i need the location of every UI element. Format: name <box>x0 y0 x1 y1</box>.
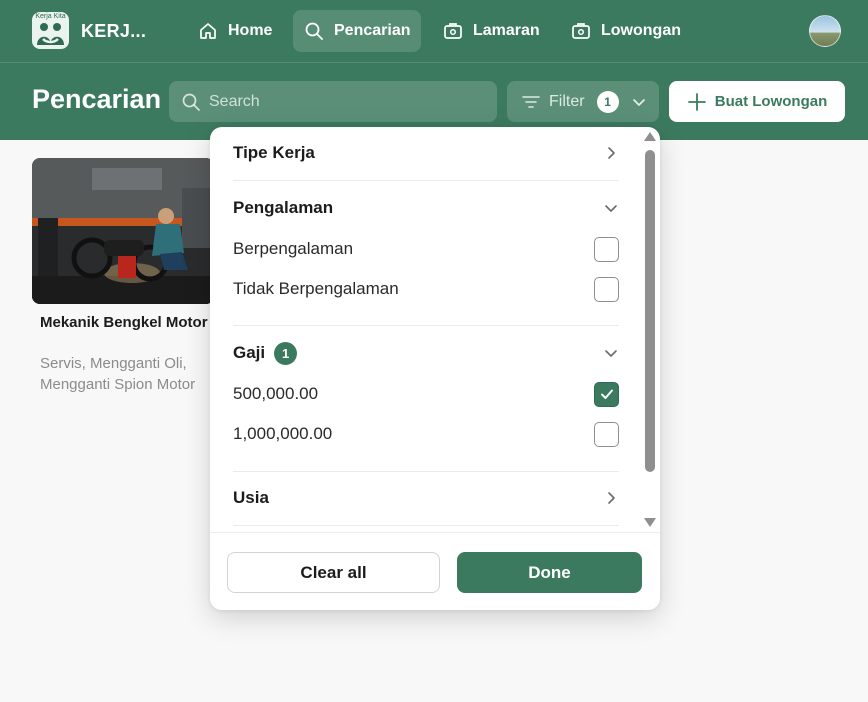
page-title: Pencarian <box>32 84 162 114</box>
filter-option-berpengalaman[interactable]: Berpengalaman <box>233 236 619 262</box>
job-card-description: Servis, Mengganti Oli, Mengganti Spion M… <box>40 353 212 397</box>
search-box[interactable] <box>169 81 497 122</box>
scroll-down-arrow-icon[interactable] <box>644 518 656 527</box>
search-input[interactable] <box>209 92 469 111</box>
job-card-image[interactable] <box>32 158 214 304</box>
brand-name[interactable]: KERJ... <box>81 21 146 42</box>
chevron-down-icon <box>605 205 617 212</box>
filter-section-gaji[interactable]: Gaji 1 <box>233 338 619 368</box>
selected-count-badge: 1 <box>274 341 298 365</box>
create-job-label: Buat Lowongan <box>714 93 828 110</box>
section-title: Tipe Kerja <box>233 143 315 162</box>
create-job-button[interactable]: Buat Lowongan <box>669 81 845 122</box>
nav-label-lamaran: Lamaran <box>473 22 540 39</box>
app-logo[interactable]: Kerja Kita <box>32 12 69 49</box>
filter-button[interactable]: Filter 1 <box>507 81 659 122</box>
briefcase-icon <box>444 23 462 39</box>
filter-option-1000000[interactable]: 1,000,000.00 <box>233 421 619 447</box>
home-icon <box>200 23 216 39</box>
filter-option-tidak-berpengalaman[interactable]: Tidak Berpengalaman <box>233 276 619 302</box>
option-label: 1,000,000.00 <box>233 424 333 443</box>
clear-all-button[interactable]: Clear all <box>227 552 440 593</box>
section-title: Pengalaman <box>233 198 334 217</box>
briefcase-icon <box>572 23 590 39</box>
filter-footer: Clear all Done <box>210 532 660 610</box>
filter-section-tipe-kerja[interactable]: Tipe Kerja <box>233 138 619 168</box>
nav-item-pencarian[interactable]: Pencarian <box>293 10 422 52</box>
nav-label-home: Home <box>228 22 273 39</box>
filter-option-500000[interactable]: 500,000.00 <box>233 381 619 407</box>
nav-item-home[interactable]: Home <box>187 10 283 52</box>
option-label: Tidak Berpengalaman <box>233 279 399 298</box>
filter-count-badge: 1 <box>596 90 619 113</box>
divider <box>233 325 619 326</box>
section-title: Gaji <box>233 343 266 362</box>
done-button[interactable]: Done <box>457 552 642 593</box>
scroll-up-arrow-icon[interactable] <box>644 132 656 141</box>
option-label: Berpengalaman <box>233 239 354 258</box>
filter-label: Filter <box>549 92 585 110</box>
section-title: Usia <box>233 488 269 507</box>
chevron-right-icon <box>608 492 615 504</box>
nav-item-lowongan[interactable]: Lowongan <box>560 10 692 52</box>
logo-caption: Kerja Kita <box>35 13 66 20</box>
checkbox-checked[interactable] <box>594 381 619 407</box>
user-avatar[interactable] <box>809 15 841 47</box>
header-bar: Kerja Kita KERJ... Home Pencarian Lamara… <box>0 0 868 140</box>
chevron-down-icon <box>632 98 645 106</box>
nav-label-lowongan: Lowongan <box>601 22 681 39</box>
plus-icon <box>687 92 706 111</box>
top-nav: Kerja Kita KERJ... Home Pencarian Lamara… <box>0 0 868 63</box>
filter-dropdown: Tipe Kerja Pengalaman Berpengalaman Tida… <box>210 127 660 610</box>
nav-item-lamaran[interactable]: Lamaran <box>432 10 551 52</box>
filter-section-usia[interactable]: Usia <box>233 483 619 513</box>
option-label: 500,000.00 <box>233 384 319 403</box>
divider <box>233 525 619 526</box>
job-card-description-text: Servis, Mengganti Oli, Mengganti Spion M… <box>40 355 196 393</box>
checkbox[interactable] <box>594 276 619 302</box>
divider <box>233 471 619 472</box>
filter-section-pengalaman[interactable]: Pengalaman <box>233 193 619 223</box>
checkbox[interactable] <box>594 236 619 262</box>
chevron-right-icon <box>608 147 615 159</box>
divider <box>233 180 619 181</box>
mechanic-photo <box>32 158 214 304</box>
nav-label-pencarian: Pencarian <box>334 22 411 39</box>
scrollbar-thumb[interactable] <box>645 150 655 472</box>
checkbox[interactable] <box>594 421 619 447</box>
filter-icon <box>522 95 540 108</box>
search-icon <box>305 22 323 40</box>
filter-scroll-area[interactable]: Tipe Kerja Pengalaman Berpengalaman Tida… <box>210 127 648 527</box>
check-icon <box>600 389 613 399</box>
job-card-title[interactable]: Mekanik Bengkel Motor <box>40 313 210 332</box>
search-icon <box>182 93 200 111</box>
chevron-down-icon <box>605 350 617 357</box>
